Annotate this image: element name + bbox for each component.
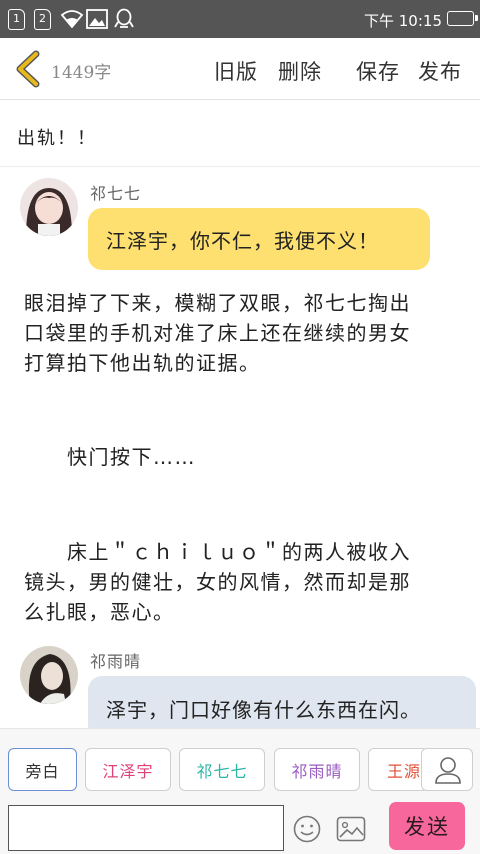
- input-bar: 发送: [0, 800, 480, 854]
- editor-header: 1449字 旧版 删除 保存 发布: [0, 38, 480, 100]
- image-icon[interactable]: [336, 816, 366, 842]
- publish-button[interactable]: 发布: [418, 56, 462, 86]
- character-selector: 旁白 江泽宇 祁七七 祁雨晴 王源: [0, 728, 480, 800]
- sim2-icon: 2: [34, 9, 51, 30]
- narration-block-2[interactable]: 快门按下……: [24, 442, 196, 472]
- character-name: 祁七七: [196, 761, 248, 781]
- narration-line: 眼泪掉了下来，模糊了双眼，祁七七掏出: [24, 291, 411, 315]
- person-icon: [435, 757, 461, 784]
- back-arrow-icon[interactable]: [12, 50, 44, 88]
- character-name: 江泽宇: [102, 761, 154, 781]
- narration-line: 镜头，男的健壮，女的风情，然而却是那: [24, 570, 411, 594]
- title-divider: [0, 166, 480, 167]
- narration-line: 口袋里的手机对准了床上还在继续的男女: [24, 321, 411, 345]
- manage-characters-button[interactable]: [421, 748, 473, 791]
- narration-line: 么扎眼，恶心。: [24, 600, 175, 624]
- save-button[interactable]: 保存: [356, 56, 400, 86]
- character-chip-qiyuqing[interactable]: 祁雨晴: [274, 748, 360, 791]
- character-name: 祁雨晴: [291, 761, 343, 781]
- narration-line: 床上＂ｃｈｉｌｕｏ＂的两人被收入: [24, 540, 411, 564]
- delete-button[interactable]: 删除: [278, 56, 322, 86]
- character-chip-jiangzeyu[interactable]: 江泽宇: [85, 748, 171, 791]
- character-chip-narrator[interactable]: 旁白: [8, 748, 77, 791]
- image-notification-icon: [86, 9, 108, 29]
- qq-icon: [114, 8, 134, 28]
- narration-line: 打算拍下他出轨的证据。: [24, 351, 261, 375]
- speaker-name: 祁七七: [90, 184, 142, 203]
- send-button[interactable]: 发送: [389, 802, 465, 850]
- character-chip-qiqiqi[interactable]: 祁七七: [179, 748, 265, 791]
- emoji-icon[interactable]: [292, 814, 322, 844]
- narration-block-3[interactable]: 床上＂ｃｈｉｌｕｏ＂的两人被收入 镜头，男的健壮，女的风情，然而却是那 么扎眼，…: [24, 537, 411, 627]
- status-bar: 1 2 下午 10:15: [0, 0, 480, 38]
- battery-icon: [447, 11, 478, 26]
- message-input[interactable]: [8, 805, 284, 851]
- character-name: 旁白: [25, 761, 60, 781]
- message-bubble[interactable]: 江泽宇，你不仁，我便不义！: [88, 208, 430, 270]
- word-count: 1449字: [51, 63, 112, 83]
- status-time: 下午 10:15: [364, 12, 442, 30]
- chapter-title[interactable]: 出轨！！: [17, 124, 97, 150]
- old-version-button[interactable]: 旧版: [214, 56, 258, 86]
- narration-line: 快门按下……: [24, 445, 196, 469]
- wifi-icon: [60, 10, 84, 28]
- sim1-icon: 1: [8, 9, 25, 30]
- avatar-qiqiqi[interactable]: [20, 178, 78, 236]
- speaker-name: 祁雨晴: [90, 652, 142, 671]
- avatar-qiyuqing[interactable]: [20, 646, 78, 704]
- character-chip-wangyuan[interactable]: 王源: [368, 748, 428, 791]
- narration-block-1[interactable]: 眼泪掉了下来，模糊了双眼，祁七七掏出 口袋里的手机对准了床上还在继续的男女 打算…: [24, 288, 411, 378]
- character-name: 王源: [387, 761, 422, 781]
